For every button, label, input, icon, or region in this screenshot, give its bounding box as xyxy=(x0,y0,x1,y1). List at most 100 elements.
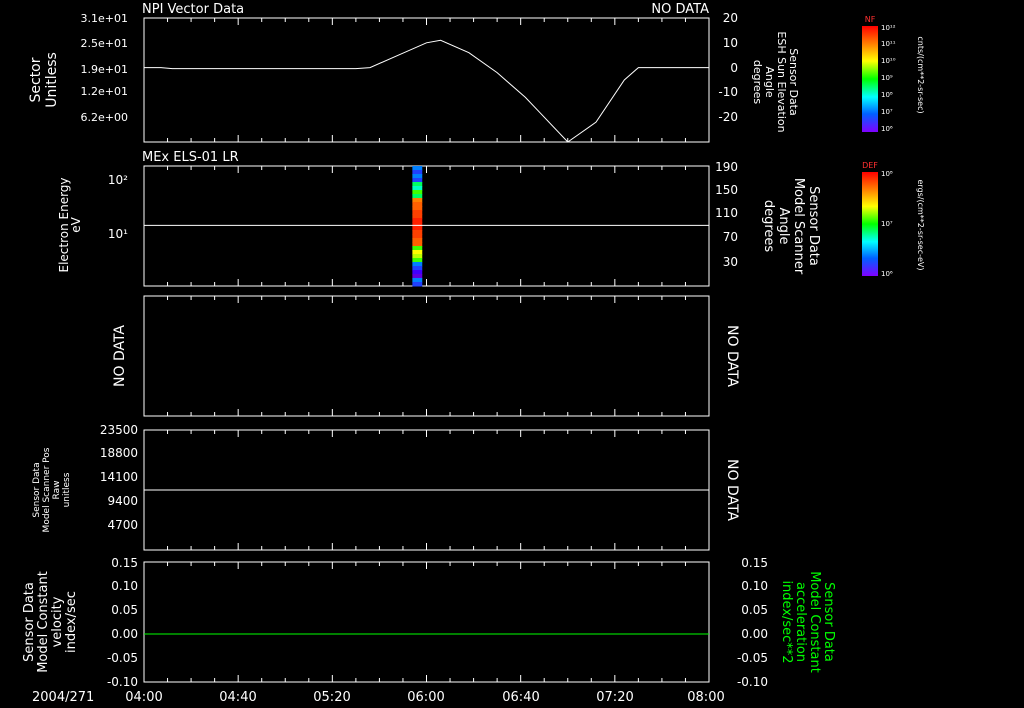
colorbar-2-tick: 10⁸ xyxy=(881,170,893,178)
colorbar-2-tick: 10⁷ xyxy=(881,220,893,228)
heatmap-cell xyxy=(412,282,423,287)
colorbar-2-unit: ergs/(cm**2-sr-sec-eV) xyxy=(916,179,925,270)
panel-5-ytick-right: 0.00 xyxy=(741,627,768,641)
colorbar-1-unit: cnts/(cm**2-sr-sec) xyxy=(916,36,925,113)
heatmap-cell xyxy=(412,190,423,195)
panel-5-ytick-left: 0.10 xyxy=(111,579,138,593)
panel-1-no-data: NO DATA xyxy=(651,2,709,17)
colorbar-1-tick: 10⁹ xyxy=(881,74,893,82)
heatmap-cell xyxy=(412,166,423,171)
heatmap-cell xyxy=(412,242,423,247)
panel-4-ylabel-right: NO DATA xyxy=(724,459,740,521)
panel-1-ytick-left: 1.9e+01 xyxy=(81,63,128,76)
time-tick-label: 04:00 xyxy=(125,690,162,705)
time-tick-label: 06:00 xyxy=(407,690,444,705)
ylabel-line: Sensor Data xyxy=(32,462,42,517)
panel-1-title: NPI Vector Data xyxy=(142,2,244,17)
panel-2-ytick-right: 110 xyxy=(715,206,738,220)
panel-1-ylabel-right: Sensor Data ESH Sun Elevation Angle degr… xyxy=(751,31,800,132)
panel-2-ytick-right: 30 xyxy=(723,255,738,269)
panel-1-ytick-right: 20 xyxy=(723,11,738,25)
panel-2-ytick-left: 10¹ xyxy=(108,227,128,241)
heatmap-cell xyxy=(412,174,423,179)
panel-5-ytick-right: -0.05 xyxy=(737,651,768,665)
panel-1-ytick-right: -20 xyxy=(718,110,738,124)
panel-5-ytick-left: 0.05 xyxy=(111,603,138,617)
heatmap-cell xyxy=(412,254,423,259)
panel-4-ytick-left: 18800 xyxy=(100,446,138,460)
colorbar-1-tick: 10⁷ xyxy=(881,108,893,116)
ylabel-line: Model Constant xyxy=(807,571,822,673)
panel-4-ytick-left: 9400 xyxy=(107,494,138,508)
panel-1-ylabel-left: Sector Unitless xyxy=(28,52,60,108)
panel-5-ytick-right: -0.10 xyxy=(737,675,768,689)
panel-5-ytick-left: -0.05 xyxy=(107,651,138,665)
colorbar-2 xyxy=(862,172,878,276)
panel-1-ytick-left: 3.1e+01 xyxy=(81,12,128,25)
heatmap-cell xyxy=(412,266,423,271)
panel-5-ytick-right: 0.15 xyxy=(741,556,768,570)
colorbar-1 xyxy=(862,26,878,132)
ylabel-line: velocity xyxy=(50,596,65,647)
heatmap-cell xyxy=(412,198,423,203)
heatmap-cell xyxy=(412,218,423,223)
panel-2-ylabel-right: Sensor Data Model Scanner Angle degrees xyxy=(761,178,821,275)
ylabel-line: index/sec**2 xyxy=(779,580,794,663)
ylabel-line: Model Scanner Pos xyxy=(42,447,52,532)
ylabel-line: eV xyxy=(69,216,83,232)
heatmap-cell xyxy=(412,182,423,187)
colorbar-1-tick: 10¹² xyxy=(881,24,896,32)
heatmap-cell xyxy=(412,230,423,235)
ylabel-line: Model Scanner xyxy=(791,178,806,275)
heatmap-cell xyxy=(412,214,423,219)
ylabel-line: Sensor Data xyxy=(806,186,821,266)
ylabel-line: index/sec xyxy=(64,591,79,653)
panel-5-ytick-left: -0.10 xyxy=(107,675,138,689)
heatmap-cell xyxy=(412,250,423,255)
panel-1-ytick-left: 1.2e+01 xyxy=(81,85,128,98)
panel-5-ylabel-left: Sensor Data Model Constant velocity inde… xyxy=(22,571,79,673)
ylabel-line: Sector xyxy=(28,57,44,102)
heatmap-cell xyxy=(412,178,423,183)
time-tick-label: 04:40 xyxy=(219,690,256,705)
panel-4-ytick-left: 4700 xyxy=(107,518,138,532)
panel-4-ytick-left: 23500 xyxy=(100,423,138,437)
panel-1-ytick-left: 2.5e+01 xyxy=(81,37,128,50)
unit-text: ergs/(cm**2-sr-sec-eV) xyxy=(916,179,925,270)
ylabel-line: degrees xyxy=(751,60,764,105)
panel-5-frame xyxy=(143,561,710,683)
colorbar-1-tick: 10¹⁰ xyxy=(881,57,896,65)
heatmap-cell xyxy=(412,238,423,243)
ylabel-line: unitless xyxy=(62,472,72,507)
panel-3-frame xyxy=(143,295,710,417)
heatmap-cell xyxy=(412,262,423,267)
time-tick-label: 05:20 xyxy=(313,690,350,705)
colorbar-1-tick: 10¹¹ xyxy=(881,40,896,48)
panel-4-ytick-left: 14100 xyxy=(100,470,138,484)
heatmap-cell xyxy=(412,186,423,191)
ylabel-line: Raw xyxy=(52,481,62,500)
ylabel-line: Sensor Data xyxy=(821,582,836,662)
colorbar-1-tick: 10⁸ xyxy=(881,91,893,99)
colorbar-1-tick: 10⁶ xyxy=(881,125,893,133)
no-data-label: NO DATA xyxy=(724,459,740,521)
no-data-label: NO DATA xyxy=(724,325,740,387)
heatmap-cell xyxy=(412,210,423,215)
panel-2-ytick-left: 10² xyxy=(108,173,128,187)
panel-5-ytick-left: 0.00 xyxy=(111,627,138,641)
ylabel-line: degrees xyxy=(761,200,776,253)
panel-5-ytick-right: 0.05 xyxy=(741,603,768,617)
panel-1-ytick-right: 10 xyxy=(723,36,738,50)
panel-5-ytick-right: 0.10 xyxy=(741,579,768,593)
colorbar-1-label: NF xyxy=(865,15,876,24)
ylabel-line: Unitless xyxy=(44,52,60,108)
ylabel-line: Angle xyxy=(776,208,791,245)
panel-3-ylabel-left: NO DATA xyxy=(112,325,128,387)
heatmap-cell xyxy=(412,170,423,175)
colorbar-2-tick: 10⁶ xyxy=(881,270,893,278)
panel-2-frame xyxy=(143,165,710,287)
panel-3-ylabel-right: NO DATA xyxy=(724,325,740,387)
heatmap-cell xyxy=(412,202,423,207)
heatmap-cell xyxy=(412,270,423,275)
panel-2-title: MEx ELS-01 LR xyxy=(142,150,239,165)
